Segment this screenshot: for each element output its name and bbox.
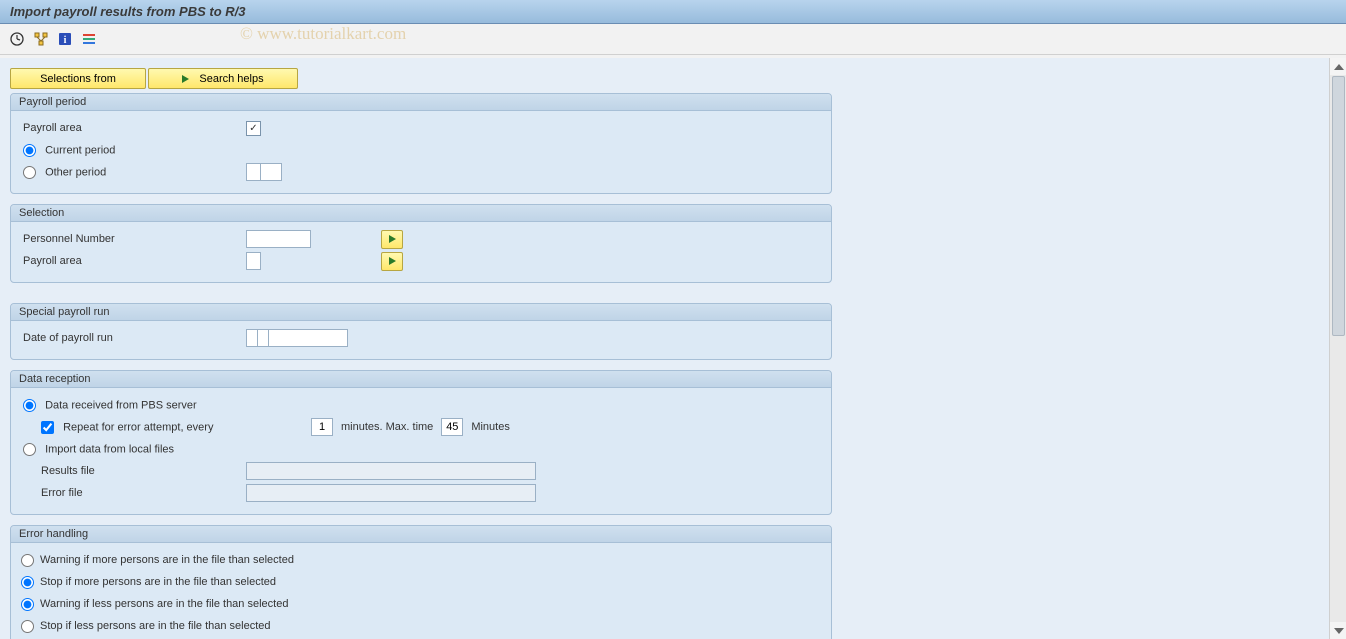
group-header: Error handling — [11, 526, 831, 543]
eh-opt3-radio[interactable] — [21, 598, 34, 611]
other-period-radio[interactable] — [23, 166, 36, 179]
group-payroll-period: Payroll period Payroll area ✓ Current pe… — [10, 93, 832, 194]
eh-opt2-radio[interactable] — [21, 576, 34, 589]
group-header: Data reception — [11, 371, 831, 388]
group-error-handling: Error handling Warning if more persons a… — [10, 525, 832, 639]
results-file-label: Results file — [21, 465, 246, 477]
group-selection: Selection Personnel Number Payroll area — [10, 204, 832, 283]
eh-opt1-radio[interactable] — [21, 554, 34, 567]
results-file-input[interactable] — [246, 462, 536, 480]
variant-icon[interactable] — [32, 30, 50, 48]
max-text: Minutes — [471, 421, 510, 433]
local-files-label: Import data from local files — [45, 443, 174, 455]
repeat-error-label: Repeat for error attempt, every — [63, 421, 213, 433]
group-data-reception: Data reception Data received from PBS se… — [10, 370, 832, 515]
payroll-area-multi-select-button[interactable] — [381, 252, 403, 271]
group-special-payroll: Special payroll run Date of payroll run — [10, 303, 832, 360]
local-files-radio[interactable] — [23, 443, 36, 456]
content-area: Selections from Search helps Payroll per… — [0, 58, 1346, 639]
vertical-scrollbar[interactable] — [1329, 58, 1346, 639]
payroll-area-label: Payroll area — [21, 122, 246, 134]
date-payroll-run-label: Date of payroll run — [21, 332, 246, 344]
personnel-number-multi-select-button[interactable] — [381, 230, 403, 249]
execute-icon[interactable] — [8, 30, 26, 48]
repeat-minutes-input[interactable] — [311, 418, 333, 436]
search-helps-label: Search helps — [199, 73, 263, 85]
group-header: Payroll period — [11, 94, 831, 111]
error-file-input[interactable] — [246, 484, 536, 502]
current-period-radio[interactable] — [23, 144, 36, 157]
pbs-server-radio[interactable] — [23, 399, 36, 412]
group-header: Selection — [11, 205, 831, 222]
info-icon[interactable]: i — [56, 30, 74, 48]
payroll-area-value-box[interactable]: ✓ — [246, 121, 261, 136]
search-helps-button[interactable]: Search helps — [148, 68, 298, 89]
personnel-number-label: Personnel Number — [21, 233, 246, 245]
scroll-down-button[interactable] — [1330, 622, 1346, 639]
chevron-down-icon — [1334, 628, 1344, 634]
personnel-number-input[interactable] — [246, 230, 311, 248]
scroll-thumb[interactable] — [1332, 76, 1345, 336]
sel-payroll-area-label: Payroll area — [21, 255, 246, 267]
selections-from-button[interactable]: Selections from — [10, 68, 146, 89]
eh-opt4-label: Stop if less persons are in the file tha… — [40, 620, 271, 632]
minutes-text: minutes. Max. time — [341, 421, 433, 433]
eh-opt4-radio[interactable] — [21, 620, 34, 633]
other-period-label: Other period — [45, 166, 106, 178]
scroll-up-button[interactable] — [1330, 58, 1346, 75]
pbs-server-label: Data received from PBS server — [45, 399, 197, 411]
date-payroll-input-3[interactable] — [268, 329, 348, 347]
arrow-right-icon — [389, 235, 396, 243]
current-period-label: Current period — [45, 144, 115, 156]
group-header: Special payroll run — [11, 304, 831, 321]
error-file-label: Error file — [21, 487, 246, 499]
app-toolbar: i © www.tutorialkart.com — [0, 24, 1346, 55]
eh-opt1-label: Warning if more persons are in the file … — [40, 554, 294, 566]
eh-opt3-label: Warning if less persons are in the file … — [40, 598, 288, 610]
svg-text:i: i — [64, 35, 67, 46]
max-time-input[interactable] — [441, 418, 463, 436]
eh-opt2-label: Stop if more persons are in the file tha… — [40, 576, 276, 588]
other-period-input-1[interactable] — [246, 163, 261, 181]
list-icon[interactable] — [80, 30, 98, 48]
repeat-error-checkbox[interactable] — [41, 421, 54, 434]
other-period-input-2[interactable] — [260, 163, 282, 181]
sel-payroll-area-input[interactable] — [246, 252, 261, 270]
window-title: Import payroll results from PBS to R/3 — [0, 0, 1346, 24]
watermark-text: © www.tutorialkart.com — [240, 24, 406, 44]
chevron-up-icon — [1334, 64, 1344, 70]
arrow-right-icon — [389, 257, 396, 265]
